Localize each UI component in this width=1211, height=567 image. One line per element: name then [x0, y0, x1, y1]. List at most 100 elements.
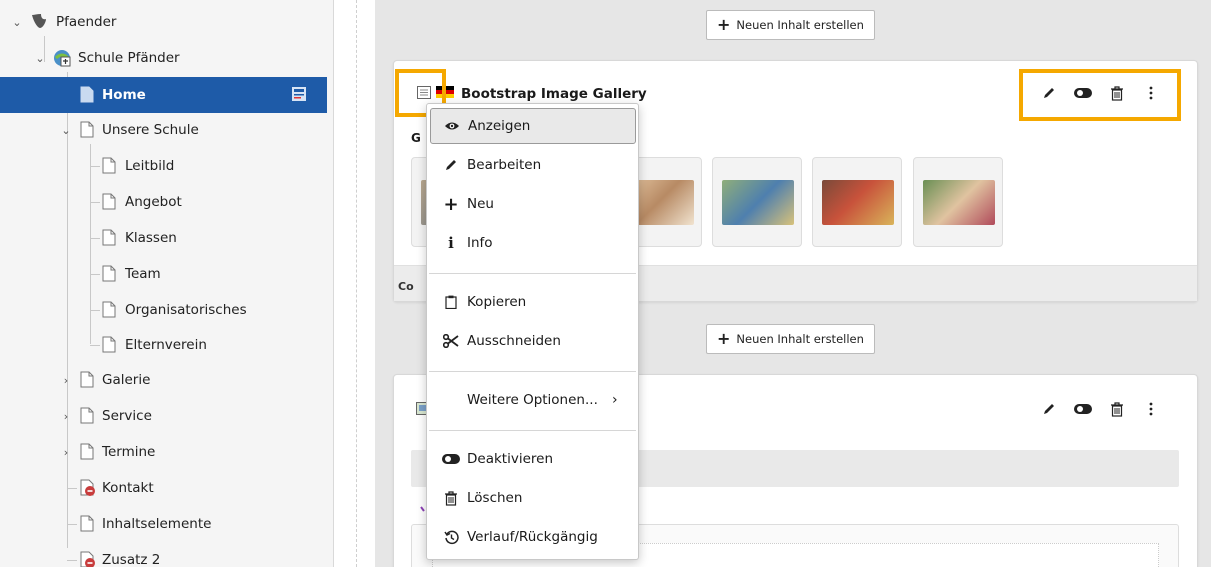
tree-item-label: Termine	[102, 444, 156, 460]
menu-divider	[429, 273, 636, 274]
tree-item-team[interactable]: Team	[0, 256, 327, 292]
page-icon	[80, 515, 96, 533]
menu-item-anzeigen[interactable]: Anzeigen	[430, 108, 636, 144]
menu-item-bearbeiten[interactable]: Bearbeiten	[430, 147, 636, 183]
menu-item-label: Bearbeiten	[467, 157, 542, 173]
site-root-icon	[53, 49, 71, 67]
tree-item-inhaltselemente[interactable]: Inhaltselemente	[0, 506, 327, 542]
menu-item-deaktivieren[interactable]: Deaktivieren	[430, 441, 636, 477]
eye-icon	[443, 117, 461, 135]
pencil-icon[interactable]	[1032, 399, 1066, 419]
menu-item-weitere-optionen[interactable]: Weitere Optionen... ›	[430, 382, 636, 418]
tree-item-label: Leitbild	[125, 158, 175, 174]
menu-item-label: Ausschneiden	[467, 333, 561, 349]
menu-item-label: Verlauf/Rückgängig	[467, 529, 598, 545]
new-content-label: Neuen Inhalt erstellen	[736, 18, 864, 32]
tree-item-elternverein[interactable]: Elternverein	[0, 327, 327, 363]
tree-item-label: Kontakt	[102, 480, 154, 496]
tree-item-kontakt[interactable]: Kontakt	[0, 470, 327, 506]
menu-item-kopieren[interactable]: Kopieren	[430, 284, 636, 320]
chevron-down-icon[interactable]: ⌄	[60, 124, 72, 137]
page-icon	[102, 265, 118, 283]
tree-item-galerie[interactable]: › Galerie	[0, 362, 327, 398]
toggle-icon[interactable]	[1066, 399, 1100, 419]
gallery-thumbnail	[913, 157, 1003, 247]
tree-item-label: Team	[125, 266, 161, 282]
page-hidden-icon	[80, 479, 96, 497]
page-icon	[80, 371, 96, 389]
content-element-actions	[1032, 399, 1168, 419]
tree-item-label: Angebot	[125, 194, 182, 210]
context-menu: Anzeigen Bearbeiten + Neu i Info Kopiere…	[426, 103, 639, 560]
menu-item-info[interactable]: i Info	[430, 225, 636, 261]
typo3-logo-icon	[30, 13, 46, 31]
menu-item-label: Anzeigen	[468, 118, 531, 134]
tree-item-label: Home	[102, 87, 146, 103]
tree-item-label: Organisatorisches	[125, 302, 247, 318]
panel-splitter[interactable]	[356, 0, 357, 567]
scissors-icon	[442, 332, 460, 350]
menu-item-label: Löschen	[467, 490, 523, 506]
menu-divider	[429, 430, 636, 431]
page-icon	[80, 407, 96, 425]
chevron-down-icon[interactable]: ⌄	[34, 52, 46, 65]
plus-icon: +	[717, 329, 731, 348]
menu-item-ausschneiden[interactable]: Ausschneiden	[430, 323, 636, 359]
tree-item-label: Galerie	[102, 372, 151, 388]
tree-item-root[interactable]: ⌄ Pfaender	[0, 4, 327, 40]
new-content-button[interactable]: + Neuen Inhalt erstellen	[706, 10, 875, 40]
toggle-icon	[442, 450, 460, 468]
new-content-button[interactable]: + Neuen Inhalt erstellen	[706, 324, 875, 354]
more-options-icon[interactable]	[1134, 399, 1168, 419]
clipboard-icon	[442, 293, 460, 311]
chevron-right-icon[interactable]: ›	[60, 410, 72, 423]
menu-item-label: Weitere Optionen...	[467, 392, 598, 408]
trash-icon	[442, 489, 460, 507]
tree-item-service[interactable]: › Service	[0, 398, 327, 434]
gallery-image	[923, 180, 995, 225]
menu-item-verlauf[interactable]: Verlauf/Rückgängig	[430, 519, 636, 555]
gallery-thumbnail	[812, 157, 902, 247]
tree-item-organisatorisches[interactable]: Organisatorisches	[0, 292, 327, 328]
tree-item-site[interactable]: ⌄ Schule Pfänder	[0, 40, 327, 76]
chevron-right-icon[interactable]: ›	[60, 446, 72, 459]
trash-icon[interactable]	[1100, 399, 1134, 419]
page-icon	[102, 229, 118, 247]
tree-item-label: Service	[102, 408, 152, 424]
menu-item-label: Info	[467, 235, 493, 251]
new-content-label: Neuen Inhalt erstellen	[736, 332, 864, 346]
menu-divider	[429, 371, 636, 372]
tree-item-label: Unsere Schule	[102, 122, 199, 138]
tree-item-termine[interactable]: › Termine	[0, 434, 327, 470]
menu-item-label: Kopieren	[467, 294, 527, 310]
tree-item-leitbild[interactable]: Leitbild	[0, 148, 327, 184]
page-icon	[102, 336, 118, 354]
chevron-right-icon[interactable]: ›	[60, 374, 72, 387]
page-tree: ⌄ Pfaender ⌄ Schule Pfänder Home ⌄ Unser…	[0, 0, 334, 567]
gallery-image	[822, 180, 894, 225]
page-module-icon[interactable]	[292, 87, 306, 101]
page-icon	[102, 301, 118, 319]
tree-item-label: Elternverein	[125, 337, 207, 353]
tree-item-home[interactable]: Home	[0, 77, 327, 113]
tree-item-unsere-schule[interactable]: ⌄ Unsere Schule	[0, 112, 327, 148]
tree-item-label: Pfaender	[56, 14, 117, 30]
chevron-down-icon[interactable]: ⌄	[11, 16, 23, 29]
menu-item-label: Neu	[467, 196, 494, 212]
tree-item-klassen[interactable]: Klassen	[0, 220, 327, 256]
page-icon	[80, 121, 96, 139]
info-icon: i	[448, 234, 454, 252]
highlight-box	[1019, 69, 1181, 121]
menu-item-neu[interactable]: + Neu	[430, 186, 636, 222]
history-icon	[442, 528, 460, 546]
menu-item-loeschen[interactable]: Löschen	[430, 480, 636, 516]
tree-item-label: Zusatz 2	[102, 552, 161, 567]
tree-item-label: Inhaltselemente	[102, 516, 212, 532]
tree-item-zusatz-2[interactable]: Zusatz 2	[0, 542, 327, 567]
footer-text: Co	[398, 280, 414, 293]
tree-item-angebot[interactable]: Angebot	[0, 184, 327, 220]
menu-item-label: Deaktivieren	[467, 451, 553, 467]
pencil-icon	[442, 156, 460, 174]
chevron-right-icon: ›	[612, 392, 618, 408]
page-icon	[80, 86, 96, 104]
